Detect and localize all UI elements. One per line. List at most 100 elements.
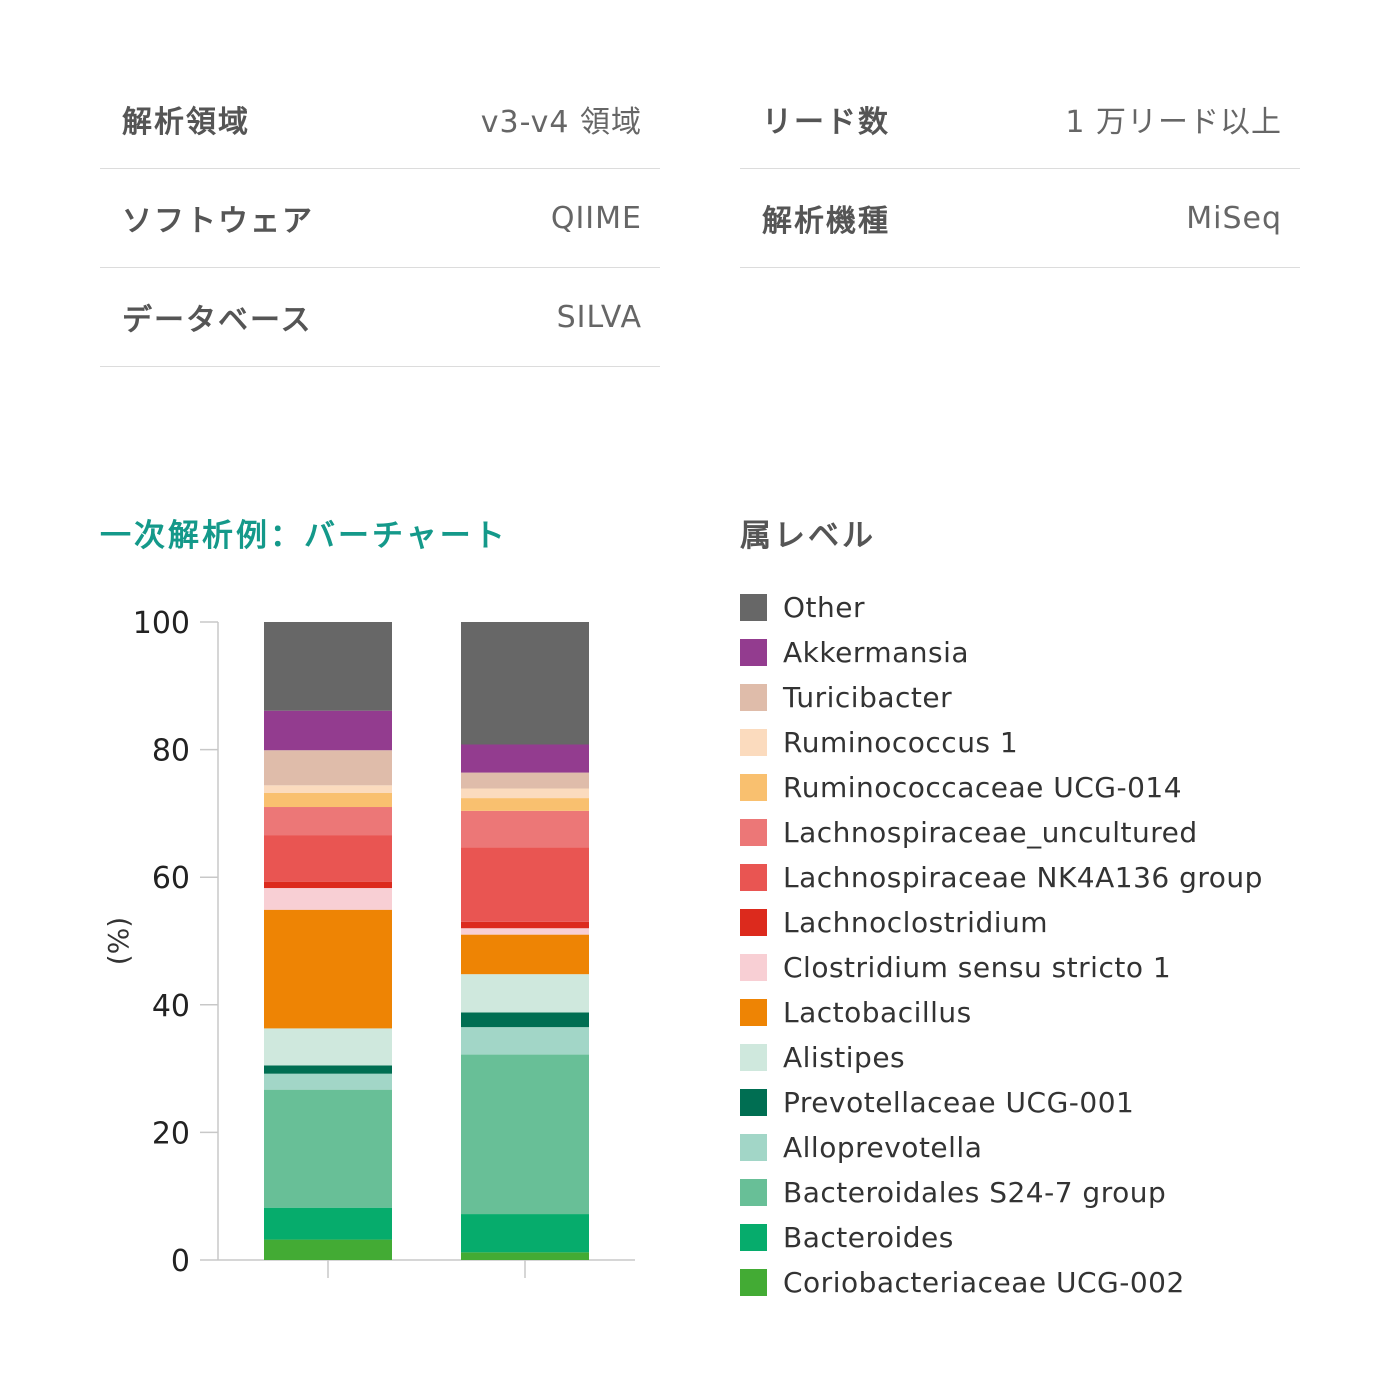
bar-segment-turicibacter <box>461 772 589 789</box>
info-label: リード数 <box>762 105 890 140</box>
bar-segment-prevotellaceae-ucg-001 <box>461 1012 589 1028</box>
bar-segment-alistipes <box>264 1028 392 1066</box>
info-value: MiSeq <box>1186 200 1282 236</box>
bar-segment-lachnospiraceae-nk4a136-group <box>264 835 392 882</box>
bar-segment-akkermansia <box>264 710 392 751</box>
legend-swatch <box>740 909 767 936</box>
legend-swatch <box>740 1179 767 1206</box>
legend-label: Clostridium sensu stricto 1 <box>783 951 1172 984</box>
legend-label: Lachnospiraceae NK4A136 group <box>783 861 1263 894</box>
info-label: データベース <box>122 303 313 338</box>
info-table-left: 解析領域 v3-v4 領域 ソフトウェア QIIME データベース SILVA <box>100 70 660 367</box>
y-tick-label: 0 <box>171 1244 190 1279</box>
legend-item: Bacteroides <box>740 1215 1263 1260</box>
bar-segment-lachnospiraceae-uncultured <box>264 807 392 836</box>
legend-label: Turicibacter <box>783 681 953 714</box>
legend-item: Prevotellaceae UCG-001 <box>740 1080 1263 1125</box>
bar-segment-lachnospiraceae-uncultured <box>461 810 589 848</box>
bar-segment-clostridium-sensu-stricto-1 <box>461 928 589 935</box>
legend-item: Alloprevotella <box>740 1125 1263 1170</box>
legend: Other Akkermansia Turicibacter Ruminococcus… <box>740 585 1263 1305</box>
bar-segment-prevotellaceae-ucg-001 <box>264 1065 392 1074</box>
legend-label: Alistipes <box>783 1041 906 1074</box>
bar-segment-lachnospiraceae-nk4a136-group <box>461 847 589 922</box>
legend-swatch <box>740 684 767 711</box>
legend-item: Akkermansia <box>740 630 1263 675</box>
y-tick-label: 80 <box>152 734 190 769</box>
bar-segment-lactobacillus <box>264 909 392 1029</box>
info-value: SILVA <box>556 299 642 335</box>
legend-item: Ruminococcaceae UCG-014 <box>740 765 1263 810</box>
legend-label: Bacteroides <box>783 1221 954 1254</box>
bar-segment-clostridium-sensu-stricto-1 <box>264 888 392 910</box>
legend-label: Coriobacteriaceae UCG-002 <box>783 1266 1185 1299</box>
info-row-reads: リード数 1 万リード以上 <box>740 70 1300 169</box>
chart-title: 一次解析例：バーチャート <box>100 518 508 554</box>
legend-label: Ruminococcaceae UCG-014 <box>783 771 1183 804</box>
stacked-bar-chart: 0 20 40 60 80 100 (%) <box>102 606 635 1279</box>
bar-segment-bacteroides <box>461 1214 589 1253</box>
bar-segment-lactobacillus <box>461 934 589 975</box>
y-tick-label: 100 <box>133 606 190 641</box>
legend-swatch <box>740 639 767 666</box>
bar-segment-ruminococcaceae-ucg-014 <box>461 798 589 811</box>
info-row-instrument: 解析機種 MiSeq <box>740 169 1300 268</box>
legend-item: Other <box>740 585 1263 630</box>
legend-item: Bacteroidales S24-7 group <box>740 1170 1263 1215</box>
legend-label: Prevotellaceae UCG-001 <box>783 1086 1135 1119</box>
legend-item: Coriobacteriaceae UCG-002 <box>740 1260 1263 1305</box>
legend-title: 属レベル <box>740 518 876 554</box>
legend-swatch <box>740 999 767 1026</box>
bar-segment-coriobacteriaceae-ucg-002 <box>264 1239 392 1260</box>
legend-swatch <box>740 1044 767 1071</box>
bar-segment-coriobacteriaceae-ucg-002 <box>461 1252 589 1260</box>
bar-segment-alistipes <box>461 974 589 1013</box>
bar-segment-other <box>461 622 589 745</box>
bar-segment-bacteroides <box>264 1207 392 1240</box>
info-row-software: ソフトウェア QIIME <box>100 169 660 268</box>
legend-label: Bacteroidales S24-7 group <box>783 1176 1167 1209</box>
info-table-right: リード数 1 万リード以上 解析機種 MiSeq <box>740 70 1300 268</box>
legend-label: Lachnospiraceae_uncultured <box>783 816 1198 849</box>
legend-item: Lachnospiraceae NK4A136 group <box>740 855 1263 900</box>
legend-item: Lachnospiraceae_uncultured <box>740 810 1263 855</box>
legend-item: Lactobacillus <box>740 990 1263 1035</box>
legend-item: Clostridium sensu stricto 1 <box>740 945 1263 990</box>
legend-swatch <box>740 774 767 801</box>
bar-segment-lachnoclostridium <box>461 921 589 929</box>
info-value: QIIME <box>550 200 642 236</box>
legend-item: Lachnoclostridium <box>740 900 1263 945</box>
y-tick-label: 20 <box>152 1116 190 1151</box>
legend-label: Ruminococcus 1 <box>783 726 1019 759</box>
bar-segment-bacteroidales-s24-7-group <box>264 1089 392 1208</box>
bar-segment-bacteroidales-s24-7-group <box>461 1054 589 1215</box>
info-row-region: 解析領域 v3-v4 領域 <box>100 70 660 169</box>
bar-segment-ruminococcaceae-ucg-014 <box>264 792 392 808</box>
bar-segment-alloprevotella <box>264 1073 392 1090</box>
legend-swatch <box>740 819 767 846</box>
y-tick-label: 60 <box>152 861 190 896</box>
legend-label: Lachnoclostridium <box>783 906 1049 939</box>
legend-swatch <box>740 1224 767 1251</box>
y-axis-label: (%) <box>102 917 135 965</box>
y-tick-label: 40 <box>152 989 190 1024</box>
legend-label: Akkermansia <box>783 636 970 669</box>
legend-swatch <box>740 729 767 756</box>
legend-label: Lactobacillus <box>783 996 972 1029</box>
info-label: 解析機種 <box>762 204 890 239</box>
legend-swatch <box>740 954 767 981</box>
legend-swatch <box>740 864 767 891</box>
legend-item: Alistipes <box>740 1035 1263 1080</box>
bar-segment-alloprevotella <box>461 1027 589 1055</box>
legend-item: Ruminococcus 1 <box>740 720 1263 765</box>
legend-swatch <box>740 1089 767 1116</box>
bar-segment-ruminococcus-1 <box>264 785 392 793</box>
legend-swatch <box>740 1134 767 1161</box>
bar-segment-turicibacter <box>264 750 392 786</box>
legend-swatch <box>740 1269 767 1296</box>
info-label: ソフトウェア <box>122 204 314 239</box>
legend-swatch <box>740 594 767 621</box>
legend-label: Alloprevotella <box>783 1131 983 1164</box>
info-row-database: データベース SILVA <box>100 268 660 367</box>
bar-segment-lachnoclostridium <box>264 881 392 889</box>
